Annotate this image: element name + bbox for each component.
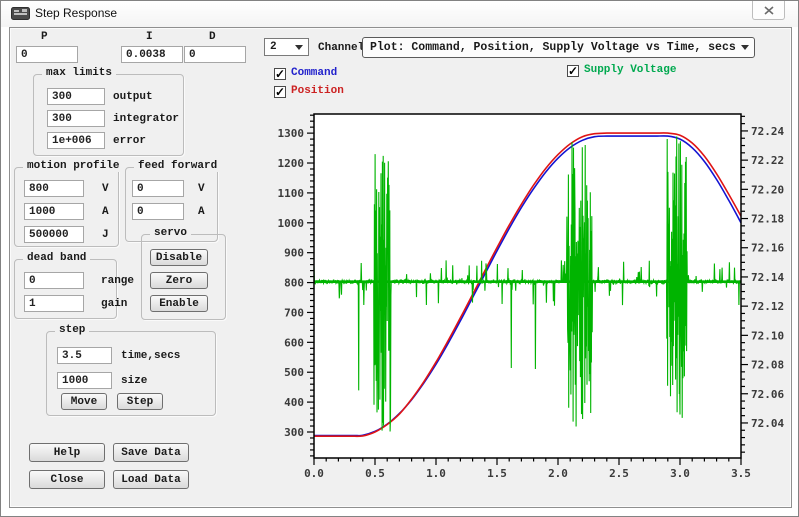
i-label: I	[146, 31, 153, 43]
svg-text:72.10: 72.10	[751, 329, 784, 342]
position-checkbox-label: Position	[291, 85, 344, 97]
close-button[interactable]: Close	[29, 470, 105, 489]
disable-button[interactable]: Disable	[150, 249, 208, 266]
chart-svg: 0.0 0.5 1.0 1.5 2.0 2.5 3.0 3.5 300 400 500 600 700 8…	[278, 102, 785, 488]
svg-text:400: 400	[284, 396, 304, 409]
step-legend: step	[55, 324, 89, 336]
svg-text:500: 500	[284, 366, 304, 379]
close-icon	[764, 6, 774, 15]
svg-text:72.08: 72.08	[751, 359, 784, 372]
load-data-button[interactable]: Load Data	[113, 470, 189, 489]
step-time-label: time,secs	[121, 350, 180, 362]
d-label: D	[209, 31, 216, 43]
profile-velocity-field[interactable]	[24, 180, 84, 197]
svg-text:0.0: 0.0	[304, 467, 324, 480]
command-checkbox[interactable]: ✓	[274, 68, 286, 80]
chevron-down-icon	[741, 45, 749, 50]
title-bar: Step Response	[1, 1, 798, 27]
deadband-range-label: range	[101, 275, 134, 287]
svg-text:1100: 1100	[278, 187, 304, 200]
svg-text:3.0: 3.0	[670, 467, 690, 480]
profile-jerk-label: J	[102, 229, 109, 241]
step-button[interactable]: Step	[117, 393, 163, 410]
svg-text:1000: 1000	[278, 217, 304, 230]
svg-text:700: 700	[284, 306, 304, 319]
svg-text:800: 800	[284, 277, 304, 290]
save-data-button[interactable]: Save Data	[113, 443, 189, 462]
channel-value: 2	[265, 41, 295, 53]
servo-legend: servo	[150, 227, 191, 239]
svg-text:1.5: 1.5	[487, 467, 507, 480]
svg-text:72.12: 72.12	[751, 300, 784, 313]
dead-band-legend: dead band	[23, 252, 90, 264]
zero-button[interactable]: Zero	[150, 272, 208, 289]
plot-mode-value: Plot: Command, Position, Supply Voltage …	[363, 41, 741, 54]
svg-text:72.20: 72.20	[751, 183, 784, 196]
svg-text:900: 900	[284, 247, 304, 260]
p-field[interactable]	[16, 46, 78, 63]
svg-text:300: 300	[284, 426, 304, 439]
deadband-gain-field[interactable]	[24, 295, 84, 312]
svg-text:72.16: 72.16	[751, 242, 784, 255]
i-field[interactable]	[121, 46, 183, 63]
profile-jerk-field[interactable]	[24, 226, 84, 243]
channel-label: Channel	[318, 42, 364, 54]
svg-text:2.0: 2.0	[548, 467, 568, 480]
deadband-gain-label: gain	[101, 298, 127, 310]
motion-profile-legend: motion profile	[23, 160, 123, 172]
svg-text:72.24: 72.24	[751, 125, 784, 138]
svg-text:2.5: 2.5	[609, 467, 629, 480]
supply-voltage-checkbox[interactable]: ✓	[567, 65, 579, 77]
svg-text:72.22: 72.22	[751, 154, 784, 167]
help-button[interactable]: Help	[29, 443, 105, 462]
svg-text:600: 600	[284, 336, 304, 349]
window-close-button[interactable]	[752, 1, 785, 20]
svg-text:72.06: 72.06	[751, 388, 784, 401]
svg-text:1300: 1300	[278, 127, 304, 140]
window-title: Step Response	[35, 6, 117, 20]
ff-accel-label: A	[198, 206, 205, 218]
step-size-label: size	[121, 375, 147, 387]
svg-text:1.0: 1.0	[426, 467, 446, 480]
move-button[interactable]: Move	[61, 393, 107, 410]
svg-text:3.5: 3.5	[731, 467, 751, 480]
output-limit-field[interactable]	[47, 88, 105, 105]
step-size-field[interactable]	[57, 372, 112, 389]
step-response-chart: 0.0 0.5 1.0 1.5 2.0 2.5 3.0 3.5 300 400 500 600 700 8…	[278, 102, 785, 488]
deadband-range-field[interactable]	[24, 272, 84, 289]
svg-text:72.14: 72.14	[751, 271, 784, 284]
max-limits-legend: max limits	[42, 67, 116, 79]
enable-button[interactable]: Enable	[150, 295, 208, 312]
error-limit-label: error	[113, 135, 146, 147]
svg-text:0.5: 0.5	[365, 467, 385, 480]
profile-accel-field[interactable]	[24, 203, 84, 220]
app-icon	[11, 6, 30, 21]
position-checkbox[interactable]: ✓	[274, 86, 286, 98]
d-field[interactable]	[184, 46, 246, 63]
step-response-window: Step Response P I D 2 Channel Plot: Comm…	[0, 0, 799, 517]
profile-velocity-label: V	[102, 183, 109, 195]
plot-mode-select[interactable]: Plot: Command, Position, Supply Voltage …	[362, 37, 755, 58]
integrator-limit-label: integrator	[113, 113, 179, 125]
ff-accel-field[interactable]	[132, 203, 184, 220]
feed-forward-legend: feed forward	[134, 160, 221, 172]
ff-velocity-label: V	[198, 183, 205, 195]
error-limit-field[interactable]	[47, 132, 105, 149]
chevron-down-icon	[295, 45, 303, 50]
svg-text:72.18: 72.18	[751, 213, 784, 226]
output-limit-label: output	[113, 91, 153, 103]
command-checkbox-label: Command	[291, 67, 337, 79]
integrator-limit-field[interactable]	[47, 110, 105, 127]
channel-select[interactable]: 2	[264, 38, 309, 56]
step-time-field[interactable]	[57, 347, 112, 364]
svg-text:72.04: 72.04	[751, 417, 784, 430]
supply-voltage-checkbox-label: Supply Voltage	[584, 64, 676, 76]
profile-accel-label: A	[102, 206, 109, 218]
ff-velocity-field[interactable]	[132, 180, 184, 197]
svg-text:1200: 1200	[278, 157, 304, 170]
p-label: P	[41, 31, 48, 43]
